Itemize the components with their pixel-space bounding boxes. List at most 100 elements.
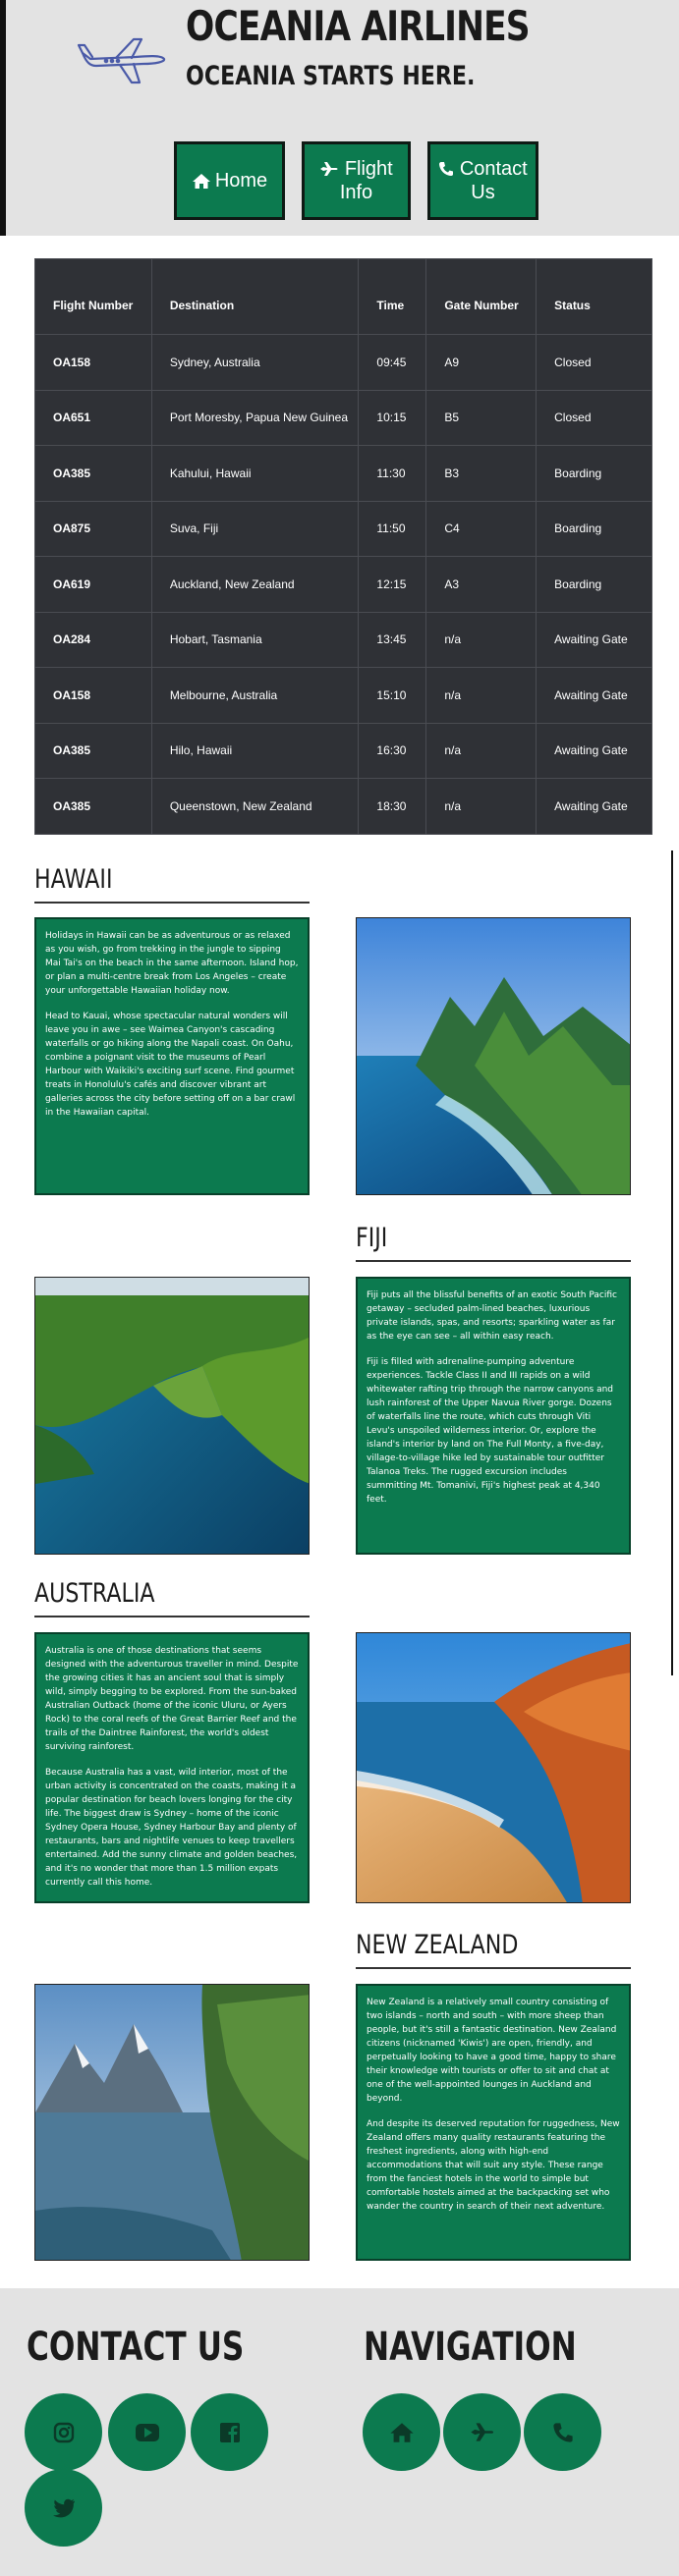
fiji-text: Fiji puts all the blissful benefits of a…: [356, 1277, 631, 1555]
time-cell: 12:15: [358, 556, 427, 613]
home-icon: [389, 2422, 414, 2442]
status-cell: Closed: [536, 334, 652, 391]
flight-number-cell: OA651: [34, 389, 152, 446]
airplane-logo-icon: [77, 37, 166, 84]
table-row: OA651 Port Moresby, Papua New Guinea 10:15…: [34, 389, 652, 446]
phone-icon: [439, 162, 454, 176]
nav-contact-label: Contact Us: [430, 157, 536, 204]
table-row: OA158 Melbourne, Australia 15:10 n/a Awaitin…: [34, 667, 652, 724]
site-header: OCEANIA AIRLINES OCEANIA STARTS HERE. Ho…: [0, 0, 679, 236]
flight-number-cell: OA158: [34, 667, 152, 724]
twitter-link[interactable]: [25, 2469, 102, 2547]
new-zealand-underline: [356, 1967, 631, 1969]
fiji-paragraph-1: Fiji puts all the blissful benefits of a…: [367, 1290, 617, 1342]
time-cell: 18:30: [358, 778, 427, 835]
facebook-icon: [219, 2422, 240, 2442]
hawaii-title: HAWAII: [34, 864, 113, 895]
gate-cell: n/a: [425, 778, 538, 835]
plane-icon: [470, 2423, 493, 2441]
status-cell: Boarding: [536, 556, 652, 613]
hawaii-paragraph-1: Holidays in Hawaii can be as adventurous…: [45, 931, 299, 996]
destination-cell: Melbourne, Australia: [150, 667, 360, 724]
status-cell: Boarding: [536, 445, 652, 502]
flight-number-cell: OA619: [34, 556, 152, 613]
destination-cell: Kahului, Hawaii: [150, 445, 360, 502]
phone-icon: [552, 2422, 573, 2442]
gate-cell: B5: [425, 389, 538, 446]
site-footer: CONTACT US NAVIGATION: [0, 2288, 679, 2576]
instagram-link[interactable]: [25, 2393, 102, 2471]
header-gate: Gate Number: [425, 258, 538, 335]
header-status: Status: [536, 258, 652, 335]
flight-number-cell: OA284: [34, 611, 152, 668]
destination-cell: Auckland, New Zealand: [150, 556, 360, 613]
hawaii-paragraph-2: Head to Kauai, whose spectacular natural…: [45, 1012, 296, 1118]
flight-table: Flight Number Destination Time Gate Numb…: [34, 258, 652, 835]
new-zealand-paragraph-1: New Zealand is a relatively small countr…: [367, 1998, 617, 2104]
home-icon: [192, 173, 210, 189]
table-row: OA284 Hobart, Tasmania 13:45 n/a Awaiting Ga…: [34, 611, 652, 668]
time-cell: 11:50: [358, 500, 427, 557]
australia-text: Australia is one of those destinations t…: [34, 1632, 310, 1903]
nav-home-label: Home: [214, 170, 268, 192]
youtube-icon: [135, 2423, 159, 2441]
new-zealand-text: New Zealand is a relatively small countr…: [356, 1984, 631, 2261]
fiji-underline: [356, 1260, 631, 1262]
nav-flight-info-label: Flight Info: [305, 157, 408, 204]
contact-us-heading: CONTACT US: [27, 2325, 245, 2370]
new-zealand-title: NEW ZEALAND: [356, 1930, 519, 1960]
destination-cell: Queenstown, New Zealand: [150, 778, 360, 835]
nav-home-button[interactable]: Home: [174, 141, 285, 220]
gate-cell: C4: [425, 500, 538, 557]
footer-flight-link[interactable]: [443, 2393, 521, 2471]
nav-contact-button[interactable]: Contact Us: [427, 141, 538, 220]
table-row: OA385 Queenstown, New Zealand 18:30 n/a Awai…: [34, 778, 652, 835]
site-subtitle: OCEANIA STARTS HERE.: [186, 61, 476, 91]
youtube-link[interactable]: [108, 2393, 186, 2471]
destination-cell: Hilo, Hawaii: [150, 722, 360, 779]
new-zealand-paragraph-2: And despite its deserved reputation for …: [367, 2119, 620, 2212]
time-cell: 10:15: [358, 389, 427, 446]
header-destination: Destination: [150, 258, 360, 335]
status-cell: Closed: [536, 389, 652, 446]
destination-cell: Port Moresby, Papua New Guinea: [150, 389, 360, 446]
facebook-link[interactable]: [191, 2393, 268, 2471]
time-cell: 11:30: [358, 445, 427, 502]
divider: [671, 850, 673, 1675]
status-cell: Awaiting Gate: [536, 778, 652, 835]
table-row: OA385 Kahului, Hawaii 11:30 B3 Boarding: [34, 445, 652, 502]
australia-paragraph-2: Because Australia has a vast, wild inter…: [45, 1768, 298, 1888]
twitter-icon: [52, 2498, 75, 2517]
australia-photo: [356, 1632, 631, 1903]
fiji-paragraph-2: Fiji is filled with adrenaline-pumping a…: [367, 1357, 614, 1505]
gate-cell: A3: [425, 556, 538, 613]
navigation-heading: NAVIGATION: [364, 2325, 577, 2370]
table-row: OA158 Sydney, Australia 09:45 A9 Closed: [34, 334, 652, 391]
table-row: OA619 Auckland, New Zealand 12:15 A3 Boardin…: [34, 556, 652, 613]
footer-home-link[interactable]: [363, 2393, 440, 2471]
plane-icon: [320, 162, 338, 176]
gate-cell: n/a: [425, 611, 538, 668]
gate-cell: B3: [425, 445, 538, 502]
flight-number-cell: OA385: [34, 778, 152, 835]
flight-number-cell: OA385: [34, 722, 152, 779]
hawaii-photo: [356, 917, 631, 1195]
australia-underline: [34, 1616, 310, 1617]
fiji-photo: [34, 1277, 310, 1555]
status-cell: Awaiting Gate: [536, 611, 652, 668]
new-zealand-photo: [34, 1984, 310, 2261]
status-cell: Awaiting Gate: [536, 722, 652, 779]
flight-number-cell: OA158: [34, 334, 152, 391]
table-header-row: Flight Number Destination Time Gate Numb…: [34, 258, 652, 335]
status-cell: Boarding: [536, 500, 652, 557]
nav-flight-info-button[interactable]: Flight Info: [302, 141, 411, 220]
hawaii-text: Holidays in Hawaii can be as adventurous…: [34, 917, 310, 1195]
destination-cell: Hobart, Tasmania: [150, 611, 360, 668]
australia-paragraph-1: Australia is one of those destinations t…: [45, 1646, 299, 1752]
flight-number-cell: OA875: [34, 500, 152, 557]
header-time: Time: [358, 258, 427, 335]
fiji-title: FIJI: [356, 1223, 388, 1253]
table-row: OA875 Suva, Fiji 11:50 C4 Boarding: [34, 500, 652, 557]
footer-contact-link[interactable]: [524, 2393, 601, 2471]
destination-cell: Suva, Fiji: [150, 500, 360, 557]
